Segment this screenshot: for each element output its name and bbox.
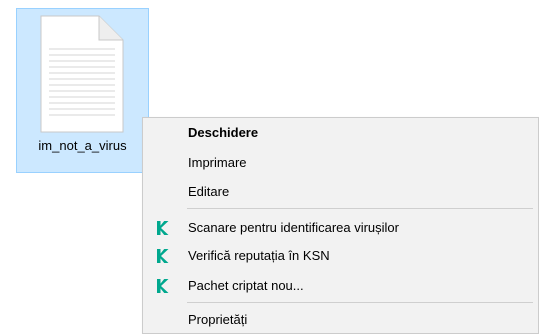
- menu-item-print[interactable]: Imprimare: [143, 152, 538, 174]
- menu-item-new-encrypted-package[interactable]: Pachet criptat nou...: [143, 275, 538, 297]
- menu-item-label: Scanare pentru identificarea virușilor: [188, 220, 399, 235]
- menu-item-label: Verifică reputația în KSN: [188, 248, 330, 263]
- menu-separator: [187, 208, 533, 209]
- menu-item-properties[interactable]: Proprietăți: [143, 309, 538, 331]
- menu-item-check-reputation-ksn[interactable]: Verifică reputația în KSN: [143, 245, 538, 267]
- menu-item-label: Deschidere: [188, 125, 259, 140]
- menu-item-label: Proprietăți: [188, 312, 248, 327]
- context-menu: Deschidere Imprimare Editare Scanare pen…: [142, 117, 539, 334]
- menu-item-edit[interactable]: Editare: [143, 181, 538, 203]
- kaspersky-k-icon: [157, 249, 169, 263]
- menu-item-scan-viruses[interactable]: Scanare pentru identificarea virușilor: [143, 217, 538, 239]
- menu-item-label: Editare: [188, 184, 230, 199]
- kaspersky-k-icon: [157, 221, 169, 235]
- menu-item-open[interactable]: Deschidere: [143, 122, 538, 144]
- kaspersky-k-icon: [157, 279, 169, 293]
- menu-item-label: Imprimare: [188, 155, 247, 170]
- file-item-selected[interactable]: im_not_a_virus: [16, 8, 149, 173]
- desktop: im_not_a_virus Deschidere Imprimare Edit…: [0, 0, 539, 334]
- text-document-icon: [40, 15, 124, 133]
- menu-item-label: Pachet criptat nou...: [188, 278, 304, 293]
- file-name-label: im_not_a_virus: [38, 138, 127, 153]
- menu-separator: [187, 302, 533, 303]
